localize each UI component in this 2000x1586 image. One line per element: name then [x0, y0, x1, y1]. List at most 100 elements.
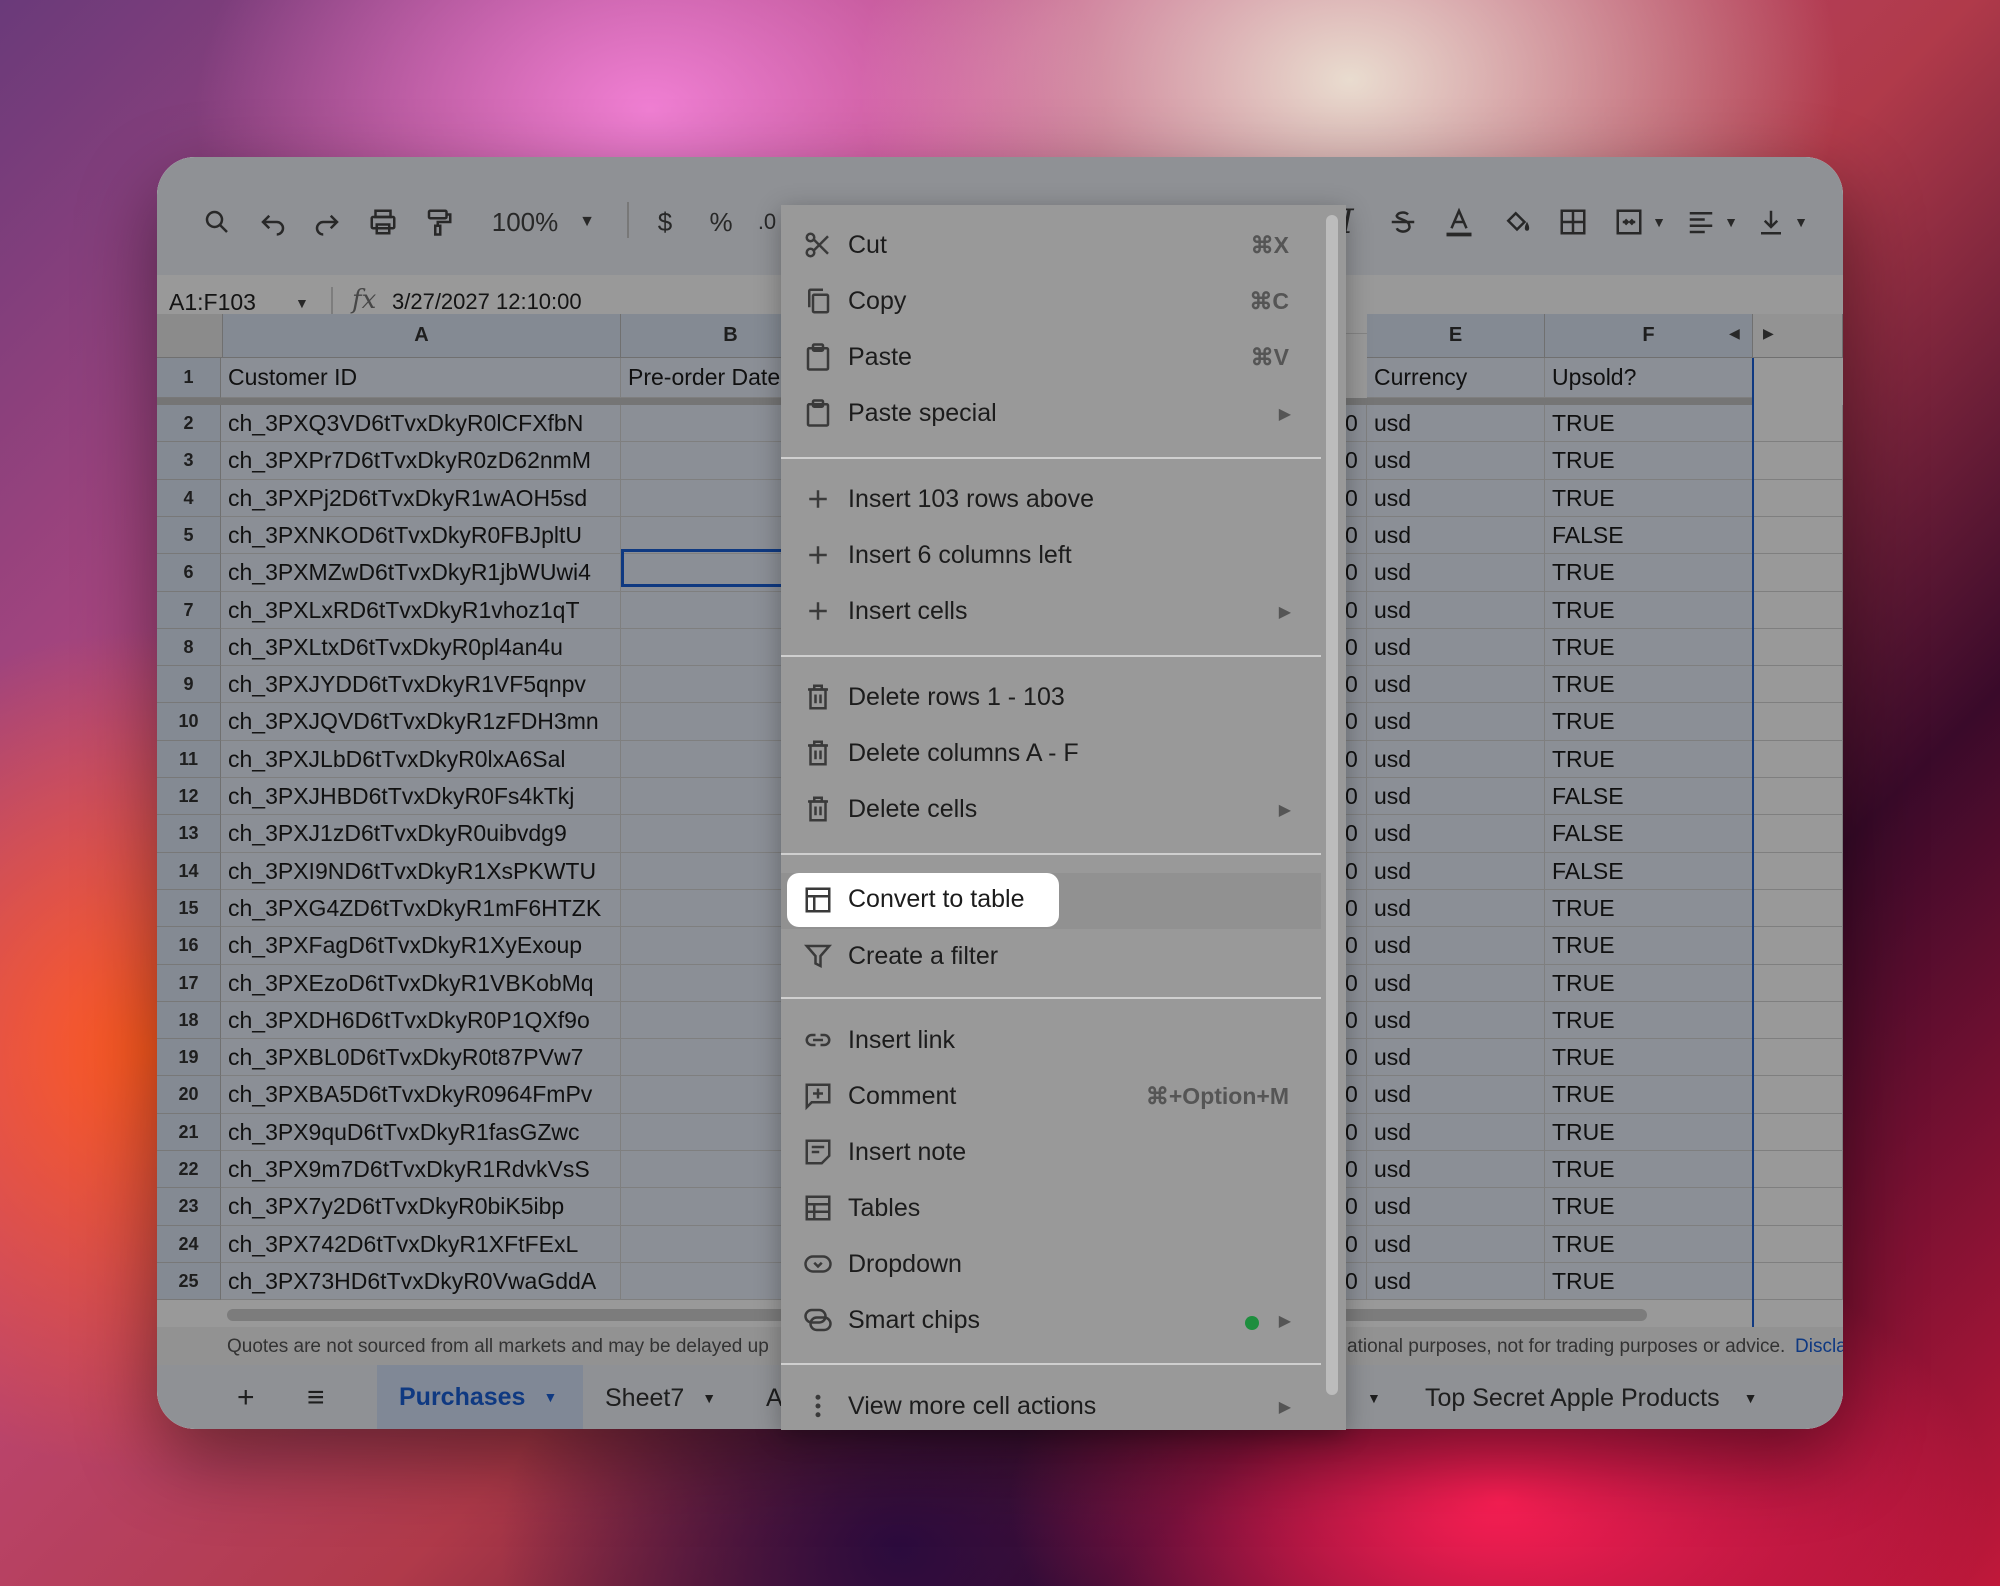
scroll-right-icon[interactable]: ▶: [1763, 325, 1774, 342]
cell-customer-id[interactable]: ch_3PXBA5D6tTvxDkyR0964FmPv: [221, 1076, 621, 1114]
cell-upsold[interactable]: TRUE: [1545, 480, 1753, 517]
menu-item-create-filter[interactable]: Create a filter: [781, 929, 1321, 985]
sheet-tab-sheet7[interactable]: Sheet7 ▼: [605, 1377, 716, 1419]
row-header[interactable]: 7: [157, 592, 221, 629]
cell-upsold[interactable]: FALSE: [1545, 517, 1753, 554]
cell-column-g[interactable]: [1753, 554, 1843, 592]
cell-upsold[interactable]: TRUE: [1545, 1188, 1753, 1226]
menu-item-copy[interactable]: Copy ⌘C: [781, 274, 1321, 330]
formula-input[interactable]: 3/27/2027 12:10:00: [392, 289, 582, 315]
cell-upsold[interactable]: TRUE: [1545, 1263, 1753, 1300]
row-header[interactable]: 2: [157, 405, 221, 442]
sheet-tab-purchases[interactable]: Purchases ▼: [377, 1365, 583, 1429]
cell-currency[interactable]: usd: [1367, 442, 1545, 480]
menu-item-delete-columns[interactable]: Delete columns A - F: [781, 726, 1321, 782]
cell-column-d-partial[interactable]: 0: [1343, 778, 1367, 815]
name-box[interactable]: A1:F103: [169, 289, 256, 316]
search-icon[interactable]: [197, 202, 237, 242]
menu-item-cut[interactable]: Cut ⌘X: [781, 218, 1321, 274]
row-header[interactable]: 8: [157, 629, 221, 666]
cell-column-g[interactable]: [1753, 629, 1843, 666]
redo-icon[interactable]: [307, 202, 347, 242]
cell-column-g[interactable]: [1753, 890, 1843, 927]
zoom-chevron-down-icon[interactable]: ▼: [575, 202, 599, 242]
merge-chevron-down-icon[interactable]: ▼: [1649, 202, 1669, 242]
all-sheets-button[interactable]: ≡: [307, 1377, 325, 1419]
menu-item-dropdown[interactable]: Dropdown: [781, 1237, 1321, 1293]
cell-column-g[interactable]: [1753, 741, 1843, 778]
text-color-icon[interactable]: [1439, 202, 1479, 242]
undo-icon[interactable]: [253, 202, 293, 242]
cell-currency[interactable]: usd: [1367, 927, 1545, 965]
cell-currency[interactable]: usd: [1367, 517, 1545, 554]
print-icon[interactable]: [363, 202, 403, 242]
row-header[interactable]: 17: [157, 965, 221, 1002]
cell-currency[interactable]: usd: [1367, 965, 1545, 1002]
cell-column-g[interactable]: [1753, 927, 1843, 965]
vertical-align-chevron-down-icon[interactable]: ▼: [1791, 202, 1811, 242]
cell-column-d-partial[interactable]: 0: [1343, 1076, 1367, 1114]
sheet-tab-chevron-down-icon[interactable]: ▼: [1744, 1390, 1758, 1406]
cell-column-g[interactable]: [1753, 666, 1843, 703]
cell-upsold[interactable]: FALSE: [1545, 853, 1753, 890]
column-header-e[interactable]: E: [1367, 314, 1545, 358]
cell-upsold[interactable]: TRUE: [1545, 741, 1753, 778]
cell-customer-id[interactable]: ch_3PXJLbD6tTvxDkyR0lxA6Sal: [221, 741, 621, 778]
cell-column-d-partial[interactable]: 0: [1343, 853, 1367, 890]
cell-currency[interactable]: usd: [1367, 778, 1545, 815]
header-cell-currency[interactable]: Currency: [1367, 358, 1545, 398]
paint-format-icon[interactable]: [419, 202, 459, 242]
cell-upsold[interactable]: TRUE: [1545, 629, 1753, 666]
row-header[interactable]: 9: [157, 666, 221, 703]
row-header[interactable]: 6: [157, 554, 221, 592]
cell-column-d-partial[interactable]: 0: [1343, 517, 1367, 554]
cell-upsold[interactable]: TRUE: [1545, 703, 1753, 741]
cell-customer-id[interactable]: ch_3PXJQVD6tTvxDkyR1zFDH3mn: [221, 703, 621, 741]
cell-column-g[interactable]: [1753, 1002, 1843, 1039]
row-header[interactable]: 19: [157, 1039, 221, 1076]
merge-cells-icon[interactable]: [1609, 202, 1649, 242]
cell-column-d-partial[interactable]: 0: [1343, 927, 1367, 965]
cell-column-d-partial[interactable]: 0: [1343, 741, 1367, 778]
menu-item-insert-link[interactable]: Insert link: [781, 1013, 1321, 1069]
menu-item-insert-cells[interactable]: Insert cells ▶: [781, 584, 1321, 640]
cell-currency[interactable]: usd: [1367, 1076, 1545, 1114]
cell-customer-id[interactable]: ch_3PX7y2D6tTvxDkyR0biK5ibp: [221, 1188, 621, 1226]
cell-currency[interactable]: usd: [1367, 666, 1545, 703]
cell-column-g[interactable]: [1753, 1114, 1843, 1151]
vertical-align-icon[interactable]: [1751, 202, 1791, 242]
column-header-a[interactable]: A: [223, 314, 621, 358]
row-header[interactable]: 21: [157, 1114, 221, 1151]
cell-column-d-partial[interactable]: 0: [1343, 1188, 1367, 1226]
menu-item-delete-cells[interactable]: Delete cells ▶: [781, 782, 1321, 838]
cell-currency[interactable]: usd: [1367, 815, 1545, 853]
cell-upsold[interactable]: FALSE: [1545, 778, 1753, 815]
cell-upsold[interactable]: TRUE: [1545, 965, 1753, 1002]
cell-currency[interactable]: usd: [1367, 1039, 1545, 1076]
cell-customer-id[interactable]: ch_3PXJYDD6tTvxDkyR1VF5qnpv: [221, 666, 621, 703]
cell-column-d-partial[interactable]: 0: [1343, 965, 1367, 1002]
fill-color-icon[interactable]: [1497, 202, 1537, 242]
cell-currency[interactable]: usd: [1367, 1151, 1545, 1188]
cell-upsold[interactable]: TRUE: [1545, 1002, 1753, 1039]
cell-customer-id[interactable]: ch_3PX73HD6tTvxDkyR0VwaGddA: [221, 1263, 621, 1300]
cell-currency[interactable]: usd: [1367, 554, 1545, 592]
cell-customer-id[interactable]: ch_3PXFagD6tTvxDkyR1XyExoup: [221, 927, 621, 965]
cell-column-g[interactable]: [1753, 1226, 1843, 1263]
row-header[interactable]: 16: [157, 927, 221, 965]
context-menu-scrollbar[interactable]: [1326, 215, 1338, 1395]
cell-column-d-partial[interactable]: 0: [1343, 592, 1367, 629]
cell-column-d-partial[interactable]: 0: [1343, 480, 1367, 517]
cell-currency[interactable]: usd: [1367, 890, 1545, 927]
cell-column-d-partial[interactable]: 0: [1343, 1226, 1367, 1263]
menu-item-insert-rows-above[interactable]: Insert 103 rows above: [781, 472, 1321, 528]
cell-currency[interactable]: usd: [1367, 629, 1545, 666]
cell-upsold[interactable]: TRUE: [1545, 1076, 1753, 1114]
cell-customer-id[interactable]: ch_3PXG4ZD6tTvxDkyR1mF6HTZK: [221, 890, 621, 927]
cell-upsold[interactable]: TRUE: [1545, 927, 1753, 965]
menu-item-convert-to-table[interactable]: Convert to table: [787, 873, 1059, 927]
cell-column-d-partial[interactable]: 0: [1343, 1151, 1367, 1188]
row-header[interactable]: 23: [157, 1188, 221, 1226]
cell-column-d-partial[interactable]: 0: [1343, 629, 1367, 666]
sheet-tab-chevron-down-icon[interactable]: ▼: [543, 1389, 557, 1405]
